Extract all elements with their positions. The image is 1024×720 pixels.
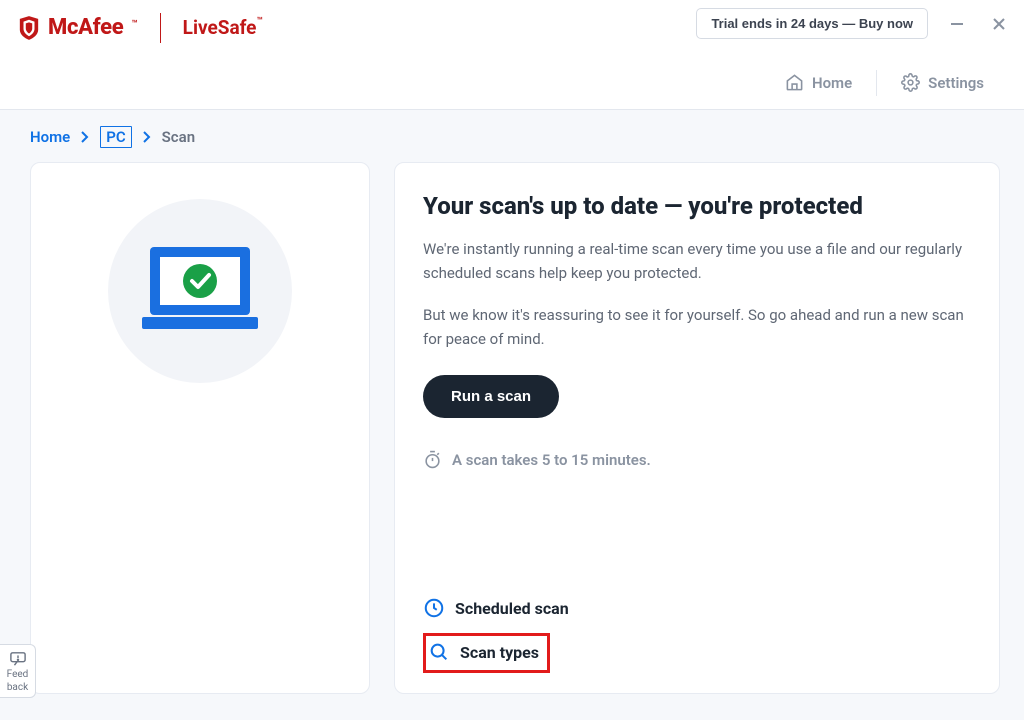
menu-bar: Home Settings xyxy=(0,56,1024,110)
scheduled-scan-label: Scheduled scan xyxy=(455,599,569,618)
close-button[interactable] xyxy=(986,11,1012,37)
description-1: We're instantly running a real-time scan… xyxy=(423,237,971,285)
run-scan-button[interactable]: Run a scan xyxy=(423,375,559,418)
stopwatch-icon xyxy=(423,450,442,469)
scheduled-scan-link[interactable]: Scheduled scan xyxy=(423,593,971,623)
title-bar: McAfee ™ LiveSafe™ Trial ends in 24 days… xyxy=(0,0,1024,56)
laptop-protected-icon xyxy=(140,241,260,341)
trial-buy-button[interactable]: Trial ends in 24 days — Buy now xyxy=(696,8,928,39)
scan-card: Your scan's up to date — you're protecte… xyxy=(394,162,1000,694)
brand-trademark: ™ xyxy=(131,19,137,30)
nav-home[interactable]: Home xyxy=(767,73,870,92)
gear-icon xyxy=(901,73,920,92)
brand-name: McAfee xyxy=(48,15,123,40)
scan-types-link[interactable]: Scan types xyxy=(428,637,539,667)
feedback-icon xyxy=(9,651,27,667)
content-area: Your scan's up to date — you're protecte… xyxy=(0,162,1024,718)
illustration-card xyxy=(30,162,370,694)
breadcrumb-pc[interactable]: PC xyxy=(100,126,131,148)
nav-settings[interactable]: Settings xyxy=(883,73,1002,92)
feedback-line2: back xyxy=(7,682,28,693)
menu-divider xyxy=(876,70,877,96)
nav-settings-label: Settings xyxy=(928,74,984,92)
brand-divider xyxy=(160,13,161,43)
product-name: LiveSafe™ xyxy=(183,16,263,39)
search-icon xyxy=(428,641,450,663)
minimize-button[interactable] xyxy=(944,11,970,37)
home-icon xyxy=(785,73,804,92)
scan-types-label: Scan types xyxy=(460,643,539,662)
breadcrumb: Home PC Scan xyxy=(0,110,1024,162)
feedback-tab[interactable]: Feed back xyxy=(0,644,36,698)
breadcrumb-home[interactable]: Home xyxy=(30,128,70,146)
scan-duration-text: A scan takes 5 to 15 minutes. xyxy=(452,451,651,469)
breadcrumb-current: Scan xyxy=(162,128,195,146)
chevron-right-icon xyxy=(80,131,90,143)
chevron-right-icon xyxy=(142,131,152,143)
minimize-icon xyxy=(948,15,966,33)
page-heading: Your scan's up to date — you're protecte… xyxy=(423,191,971,221)
clock-icon xyxy=(423,597,445,619)
feedback-line1: Feed xyxy=(7,669,29,680)
highlight-box: Scan types xyxy=(423,633,550,673)
hero-circle xyxy=(108,199,292,383)
brand: McAfee ™ LiveSafe™ xyxy=(18,13,263,43)
mcafee-shield-icon xyxy=(18,16,40,40)
description-2: But we know it's reassuring to see it fo… xyxy=(423,303,971,351)
close-icon xyxy=(990,15,1008,33)
footer-links: Scheduled scan Scan types xyxy=(423,593,971,673)
scan-duration-note: A scan takes 5 to 15 minutes. xyxy=(423,450,971,469)
nav-home-label: Home xyxy=(812,74,852,92)
